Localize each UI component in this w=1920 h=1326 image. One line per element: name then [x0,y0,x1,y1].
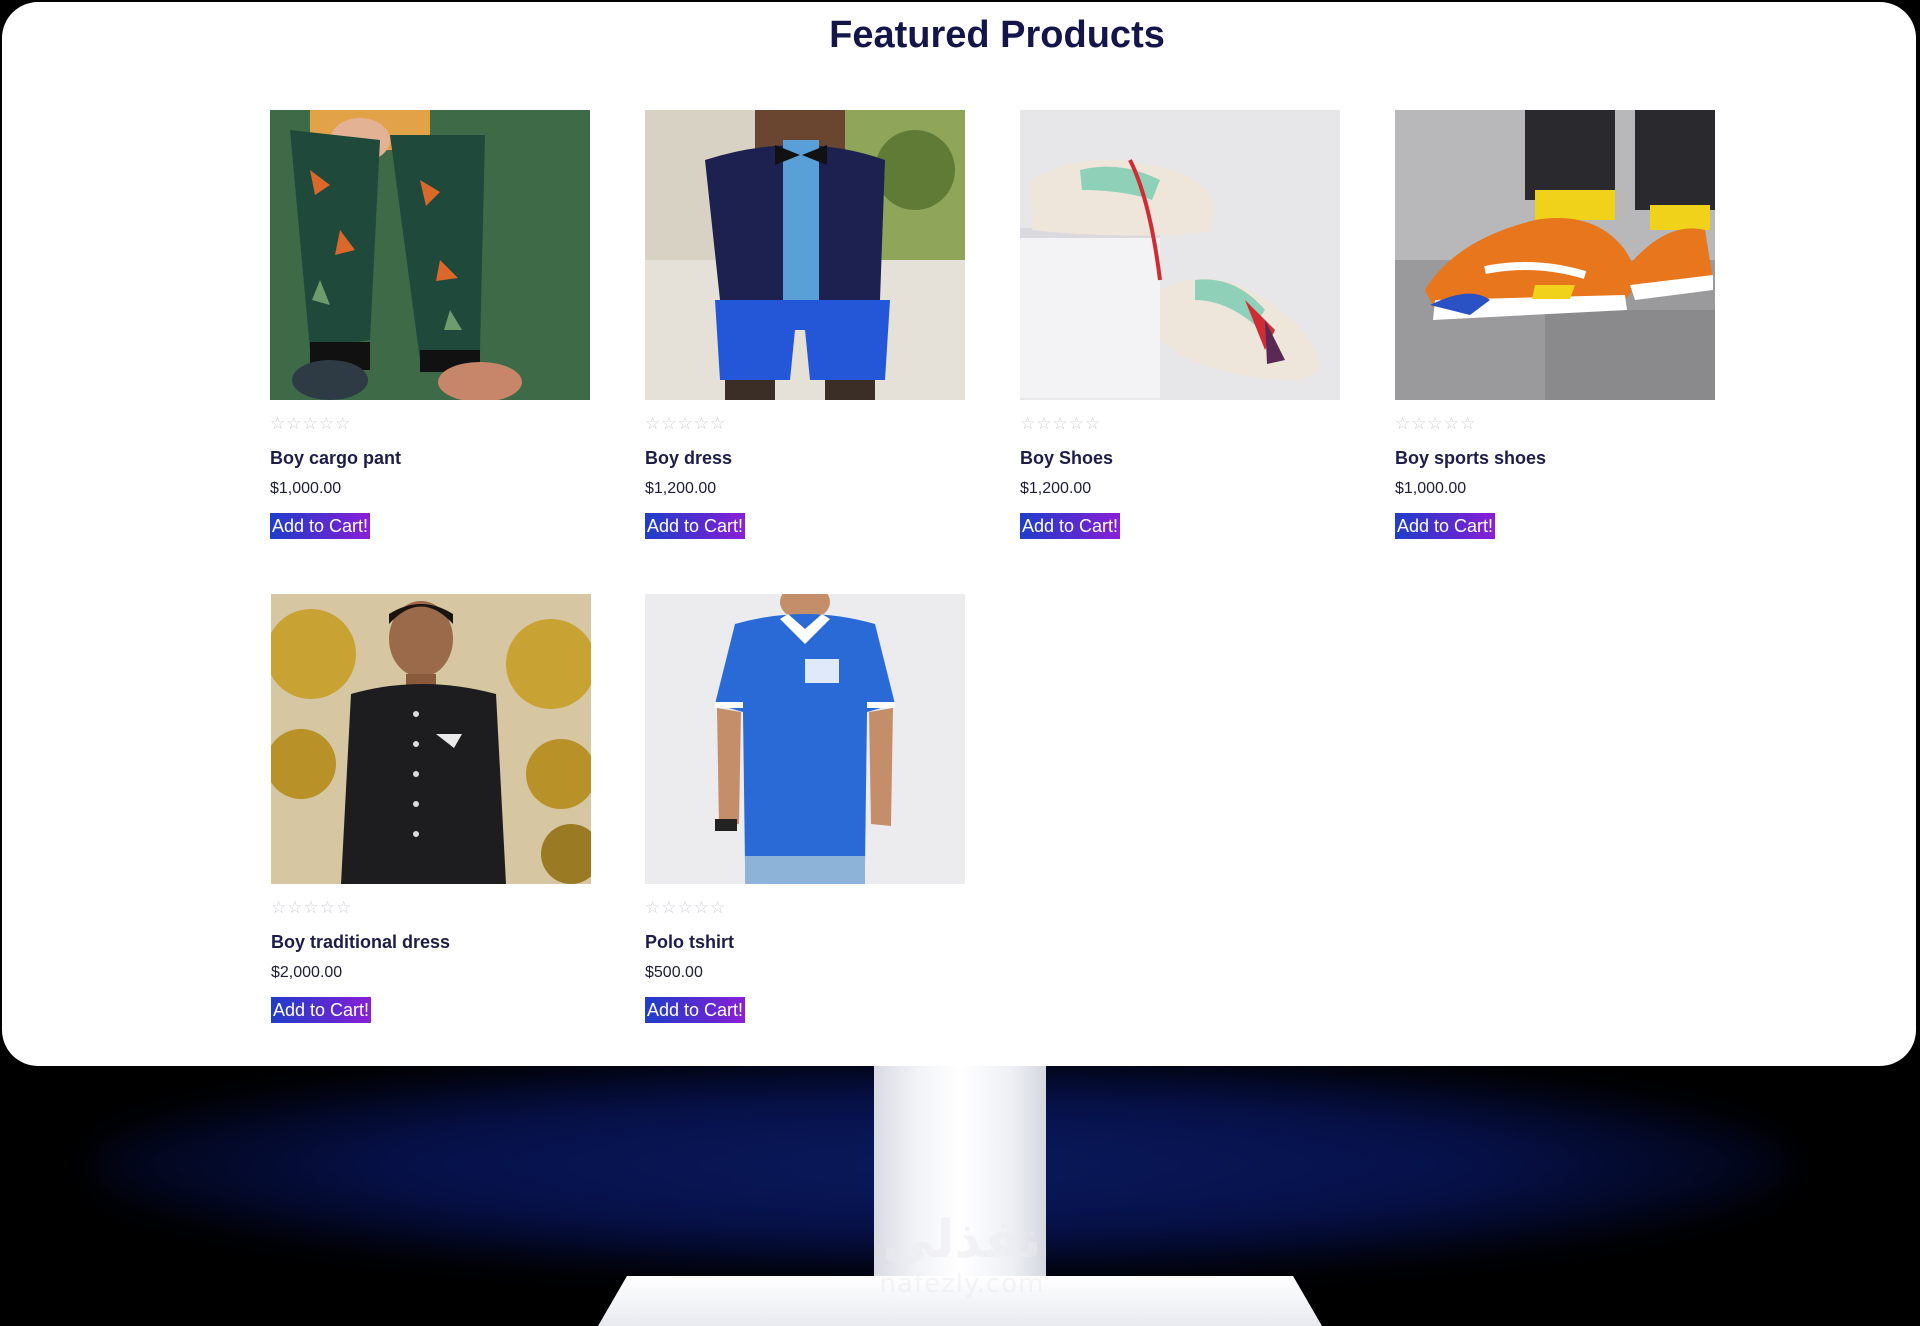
add-to-cart-button[interactable]: Add to Cart! [270,513,371,539]
watermark-logo: نفذلي nafezly.com [852,1210,1072,1298]
add-to-cart-button[interactable]: Add to Cart! [1020,513,1121,539]
monitor-screen: Featured Products ☆☆☆☆☆ Boy cargo pant $… [2,2,1916,1066]
rating-stars: ☆☆☆☆☆ [270,414,352,434]
product-name[interactable]: Boy traditional dress [271,932,450,953]
boy-dress-photo[interactable] [645,110,965,400]
add-to-cart-button[interactable]: Add to Cart! [645,997,746,1023]
watermark-main-text: نفذلي [882,1210,1042,1270]
rating-stars: ☆☆☆☆☆ [1395,414,1477,434]
shoes-photo[interactable] [1020,110,1340,400]
add-to-cart-button[interactable]: Add to Cart! [1395,513,1496,539]
product-name[interactable]: Boy dress [645,448,732,469]
rating-stars: ☆☆☆☆☆ [645,898,727,918]
polo-tshirt-photo[interactable] [645,594,965,884]
sports-shoes-photo[interactable] [1395,110,1715,400]
product-price: $1,200.00 [1020,480,1092,497]
product-price: $1,000.00 [1395,480,1467,497]
product-name[interactable]: Boy Shoes [1020,448,1113,469]
rating-stars: ☆☆☆☆☆ [271,898,353,918]
cargo-pant-photo[interactable] [270,110,590,400]
product-name[interactable]: Polo tshirt [645,932,734,953]
page-title: Featured Products [829,14,1165,56]
product-price: $1,200.00 [645,480,717,497]
rating-stars: ☆☆☆☆☆ [645,414,727,434]
product-price: $500.00 [645,964,703,981]
watermark-sub-text: nafezly.com [879,1269,1045,1299]
add-to-cart-button[interactable]: Add to Cart! [645,513,746,539]
product-price: $1,000.00 [270,480,342,497]
traditional-dress-photo[interactable] [271,594,591,884]
product-name[interactable]: Boy cargo pant [270,448,401,469]
rating-stars: ☆☆☆☆☆ [1020,414,1102,434]
product-name[interactable]: Boy sports shoes [1395,448,1546,469]
product-price: $2,000.00 [271,964,343,981]
add-to-cart-button[interactable]: Add to Cart! [271,997,372,1023]
